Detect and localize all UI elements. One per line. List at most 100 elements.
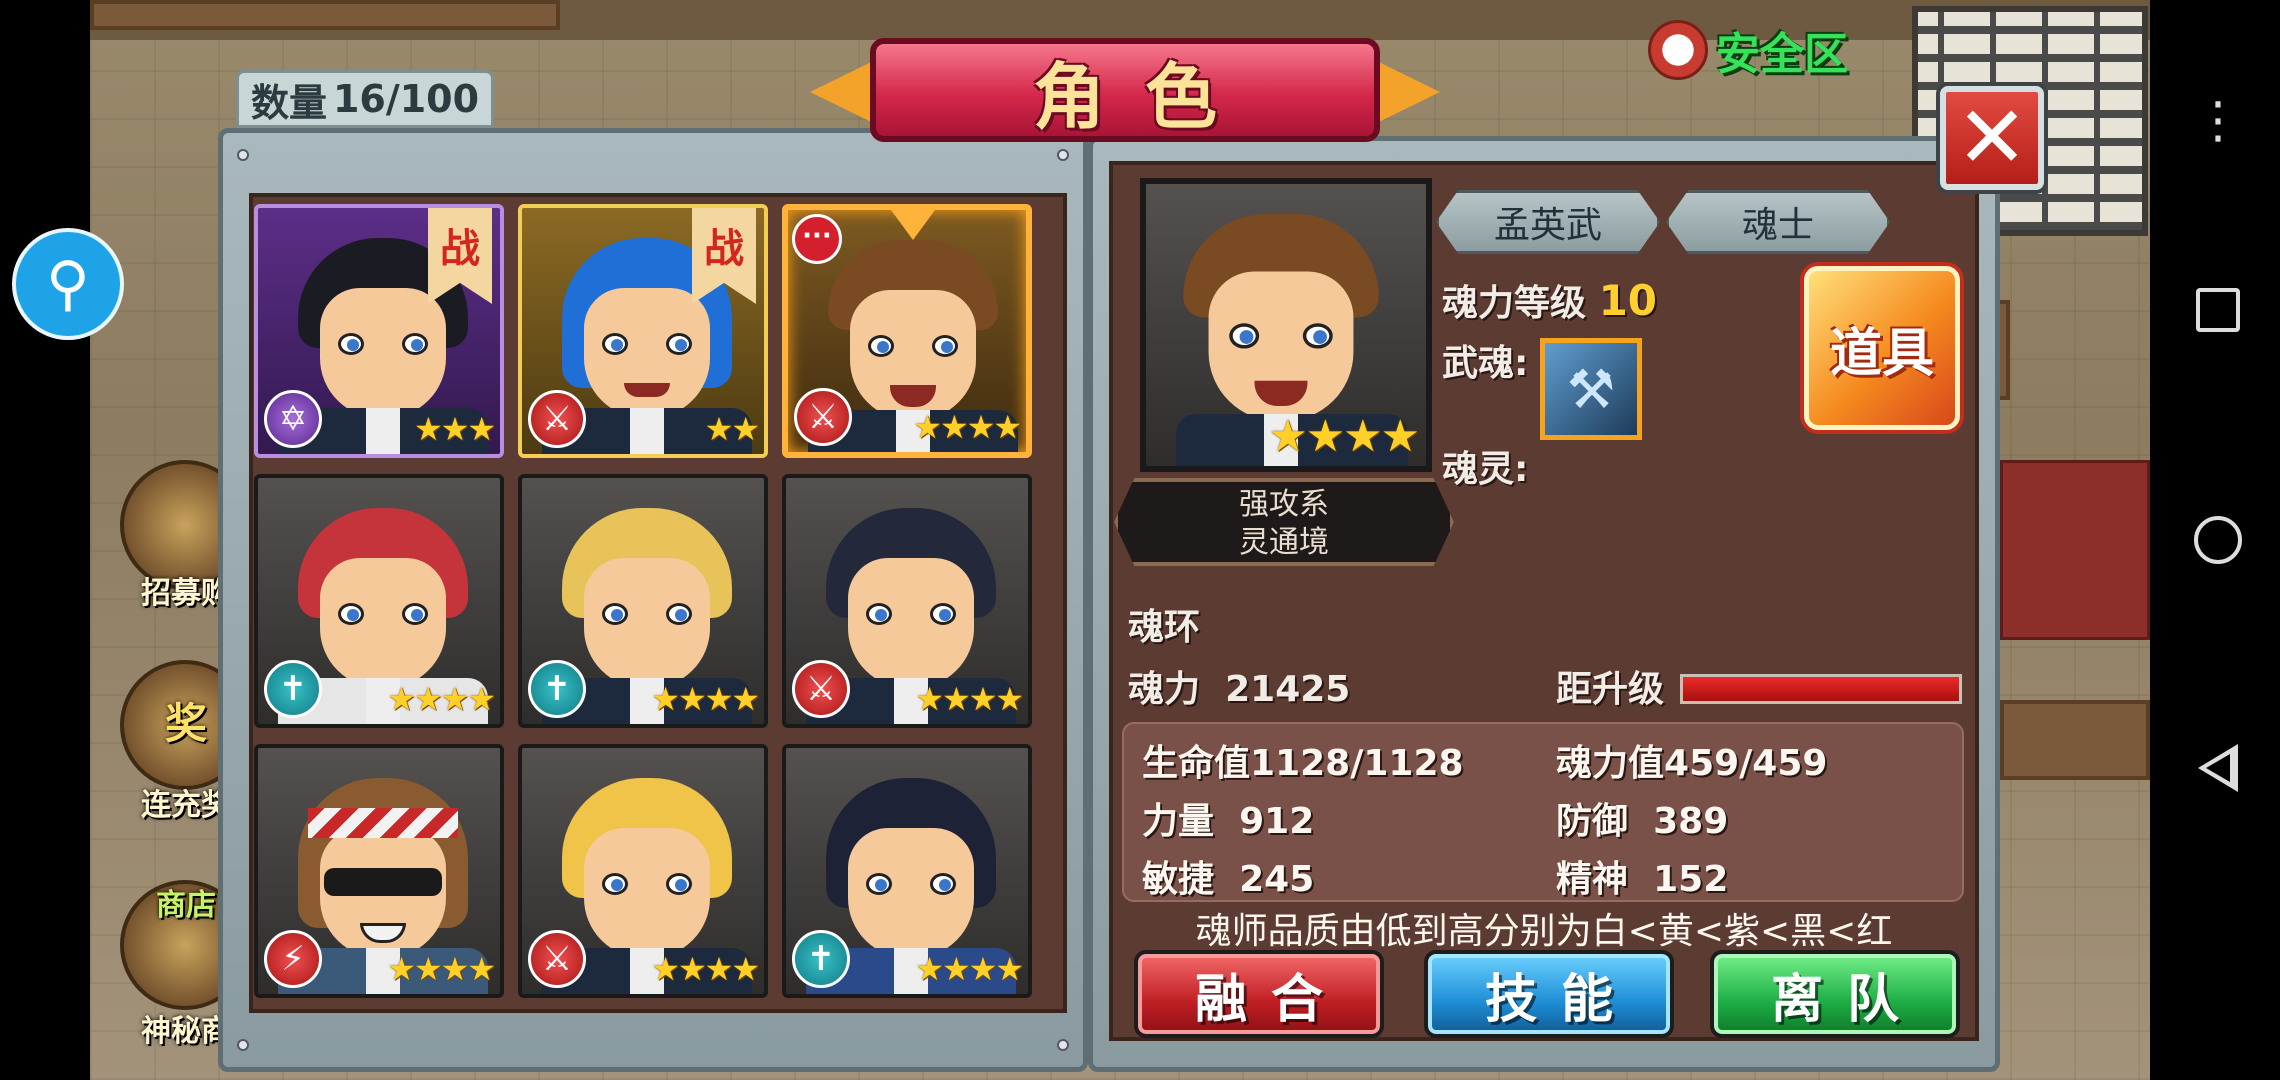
wall-block (90, 0, 560, 30)
class-ribbon: 强攻系 灵通境 (1114, 478, 1454, 566)
face (584, 558, 710, 688)
count-label: 数量 (250, 80, 327, 125)
character-card-9[interactable]: ✝ ★★★★ (782, 744, 1032, 998)
cross-icon: ✝ (528, 660, 586, 718)
wall-block (2000, 700, 2150, 780)
character-portrait (828, 240, 998, 430)
rarity-stars: ★★★★ (651, 680, 760, 718)
rivet (237, 1039, 249, 1051)
rivet (237, 149, 249, 161)
class-realm: 灵通境 (1239, 525, 1329, 560)
character-portrait (826, 778, 996, 968)
eye (666, 873, 692, 895)
house-icon (1648, 20, 1708, 80)
stat-strength: 力量 912 (1142, 801, 1315, 842)
upgrade-progress-bar (1680, 674, 1962, 704)
character-portrait (562, 508, 732, 698)
weapon-soul-slot[interactable]: ⚒ (1540, 338, 1642, 440)
eye (402, 333, 428, 355)
face (320, 558, 446, 688)
close-button[interactable]: ✕ (1940, 86, 2044, 190)
safe-zone-indicator: 安全区 (1648, 18, 1848, 82)
eye (866, 873, 892, 895)
upgrade-progress-fill (1683, 677, 1959, 701)
count-value: 16/100 (332, 77, 480, 121)
eye (868, 335, 894, 357)
eye (602, 333, 628, 355)
character-card-6[interactable]: ⚔ ★★★★ (782, 474, 1032, 728)
rarity-stars: ★★★ (413, 410, 496, 448)
character-card-5[interactable]: ✝ ★★★★ (518, 474, 768, 728)
soul-level-value: 10 (1598, 276, 1658, 325)
sword-icon: ⚔ (792, 660, 850, 718)
weapon-soul-label: 武魂: (1442, 343, 1529, 384)
eye (602, 873, 628, 895)
spirit-label: 魂灵: (1442, 449, 1529, 490)
face (320, 288, 446, 418)
rarity-stars: ★★★★ (651, 950, 760, 988)
stat-hp: 生命值1128/1128 (1142, 743, 1464, 784)
character-portrait (826, 508, 996, 698)
character-card-2[interactable]: 战 ⚔ ★★ (518, 204, 768, 458)
character-name-tag: 孟英武 (1436, 190, 1660, 254)
stat-agility: 敏捷 245 (1142, 859, 1315, 900)
home-button[interactable] (2194, 516, 2242, 564)
soul-level: 魂力等级 10 (1442, 274, 1657, 326)
title-body: 角色 (870, 38, 1380, 142)
fuse-button[interactable]: 融合 (1134, 950, 1384, 1038)
cross-icon: ✝ (264, 660, 322, 718)
rarity-stars: ★★★★ (915, 680, 1024, 718)
rivet (1057, 149, 1069, 161)
selected-character-portrait: ★★★★ (1140, 178, 1432, 472)
face (848, 558, 974, 688)
upgrade-label: 距升级 (1556, 669, 1665, 710)
eye (666, 603, 692, 625)
more-options-button[interactable]: ··· (792, 214, 842, 264)
character-card-4[interactable]: ✝ ★★★★ (254, 474, 504, 728)
face (848, 828, 974, 958)
eye (866, 603, 892, 625)
character-portrait (298, 778, 468, 968)
back-button[interactable] (2198, 744, 2238, 792)
rarity-stars: ★★★★ (913, 408, 1022, 446)
character-card-7[interactable]: ⚡ ★★★★ (254, 744, 504, 998)
skill-button[interactable]: 技能 (1424, 950, 1674, 1038)
search-key-button[interactable]: ⚲ (12, 228, 124, 340)
eye (1302, 323, 1333, 349)
lightning-icon: ⚡ (264, 930, 322, 988)
stat-mp: 魂力值459/459 (1556, 743, 1828, 784)
sword-icon: ⚔ (528, 390, 586, 448)
sunglasses (324, 868, 442, 896)
leave-team-button[interactable]: 离队 (1710, 950, 1960, 1038)
class-type: 强攻系 (1239, 487, 1329, 522)
stat-defense: 防御 389 (1556, 801, 1729, 842)
item-button[interactable]: 道具 (1804, 266, 1960, 430)
eye (1229, 323, 1260, 349)
key-search-icon: ⚲ (46, 249, 90, 319)
character-card-3-selected[interactable]: ··· ⚔ ★★★★ (782, 204, 1032, 458)
page-title: 角色 (1032, 54, 1257, 139)
quality-hint: 魂师品质由低到高分别为白<黄<紫<黑<红 (1195, 911, 1893, 952)
eye (666, 333, 692, 355)
rarity-stars: ★★★★ (915, 950, 1024, 988)
eye (930, 873, 956, 895)
eye (602, 603, 628, 625)
more-vert-icon[interactable]: ⋮ (2190, 95, 2246, 166)
recents-button[interactable] (2196, 288, 2240, 332)
rarity-stars: ★★★★ (387, 680, 496, 718)
character-portrait (1183, 214, 1379, 433)
soul-power: 魂力 21425 (1128, 660, 1350, 712)
character-count: 数量 16/100 (236, 70, 494, 128)
face (584, 828, 710, 958)
bandana (308, 808, 458, 838)
soul-ring-label: 魂环 (1128, 607, 1201, 648)
rarity-stars: ★★★★ (387, 950, 496, 988)
face (584, 288, 710, 418)
floor-carpet (2000, 460, 2150, 640)
mouth (624, 383, 670, 397)
hammer-icon: ⚒ (1566, 357, 1616, 421)
selected-arrow-icon (891, 210, 935, 240)
character-card-1[interactable]: 战 ✡ ★★★ (254, 204, 504, 458)
soul-power-label: 魂力 (1128, 669, 1201, 710)
character-card-8[interactable]: ⚔ ★★★★ (518, 744, 768, 998)
